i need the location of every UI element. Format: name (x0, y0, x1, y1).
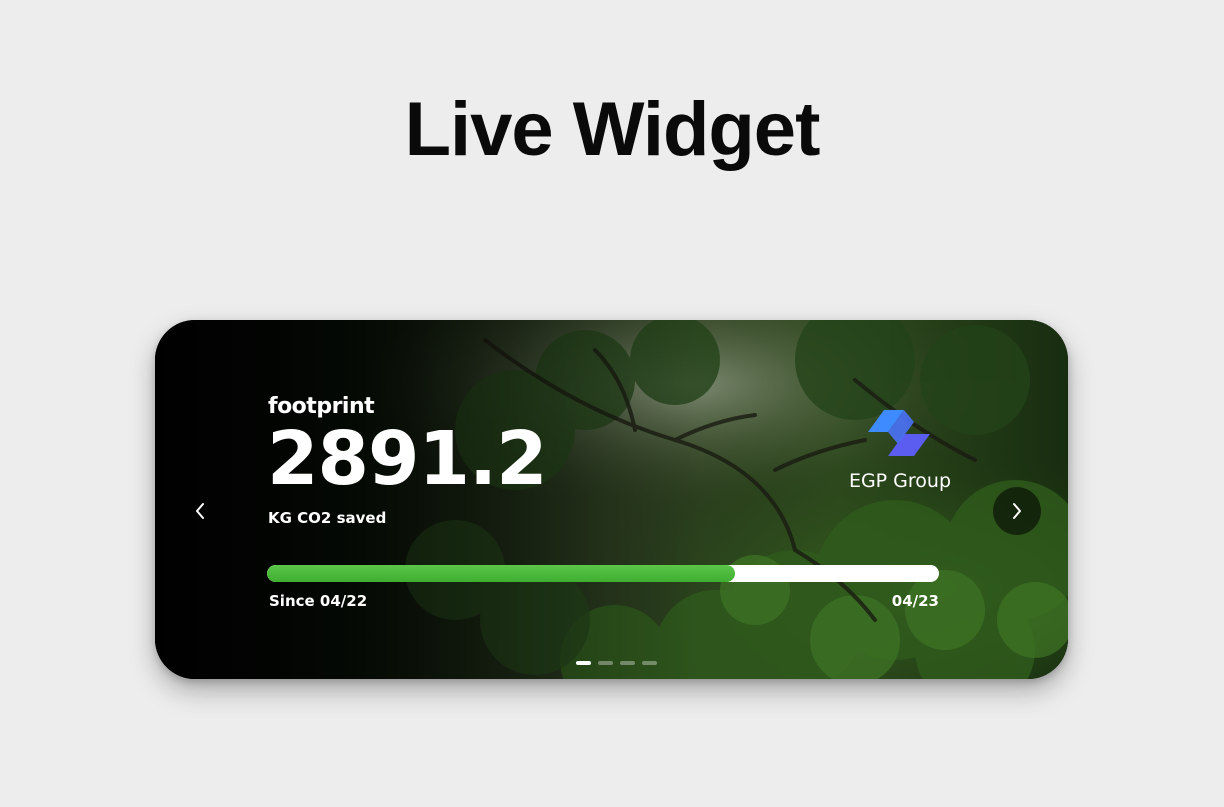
egp-group-logo (868, 410, 930, 456)
pagination-dot[interactable] (598, 661, 613, 665)
chevron-right-icon (1013, 503, 1021, 519)
page: Live Widget footprint 2891.2 KG CO2 save… (0, 0, 1224, 807)
progress-bar-fill (267, 565, 736, 582)
progress-bar (267, 565, 939, 582)
progress-end-label: 04/23 (891, 592, 939, 610)
chevron-left-icon (196, 503, 204, 519)
pagination-dot[interactable] (620, 661, 635, 665)
footprint-widget-card[interactable]: footprint 2891.2 KG CO2 saved EGP Group … (155, 320, 1068, 679)
page-title: Live Widget (404, 87, 821, 172)
pagination-dots (576, 661, 657, 665)
pagination-dot[interactable] (642, 661, 657, 665)
previous-button[interactable] (176, 487, 224, 535)
next-button[interactable] (993, 487, 1041, 535)
co2-saved-value: 2891.2 (267, 416, 548, 502)
progress-start-label: Since 04/22 (269, 592, 368, 610)
pagination-dot[interactable] (576, 661, 591, 665)
co2-saved-label: KG CO2 saved (268, 509, 387, 527)
company-name: EGP Group (848, 470, 952, 492)
